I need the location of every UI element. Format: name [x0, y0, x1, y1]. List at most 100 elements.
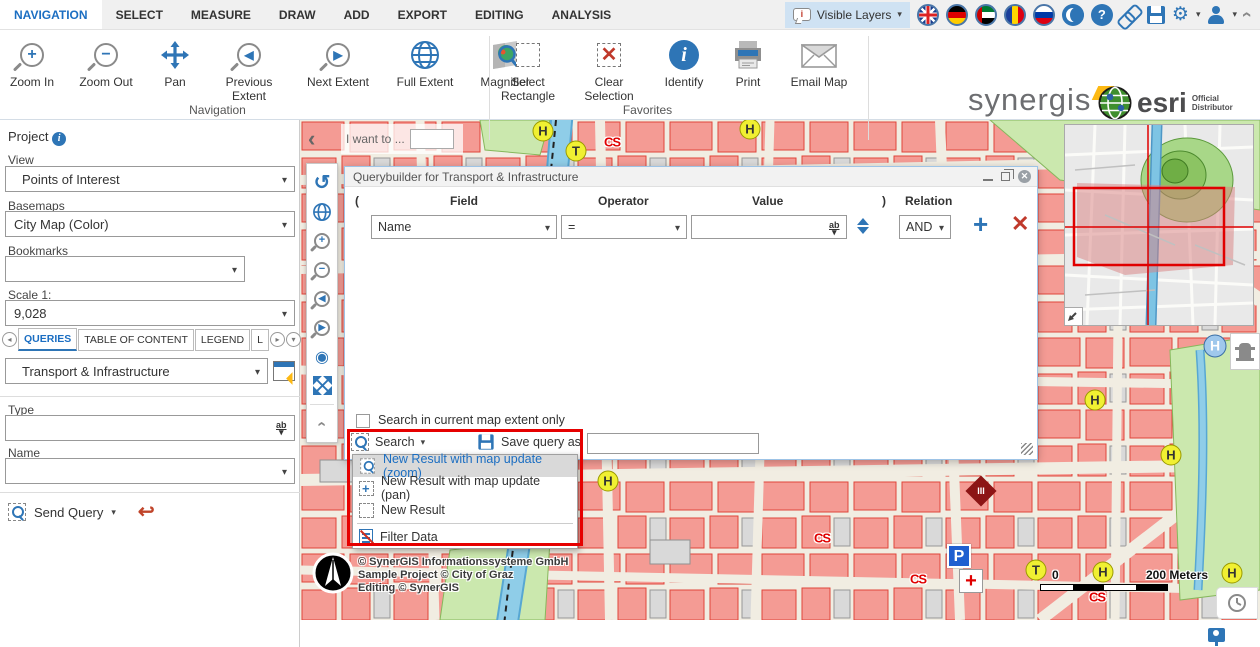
tab-truncated[interactable]: L [251, 329, 269, 351]
toolbar-separator [489, 36, 490, 140]
flag-romania-icon[interactable] [1004, 4, 1026, 26]
view-select[interactable]: Points of Interest▾ [5, 166, 295, 192]
chevron-down-icon: ▾ [545, 223, 550, 234]
menu-tab-export[interactable]: EXPORT [384, 0, 461, 29]
reorder-arrows-icon[interactable] [857, 218, 869, 234]
zoom-out-button[interactable]: − Zoom Out [74, 37, 138, 89]
previous-extent-icon[interactable]: ◀ [307, 284, 337, 313]
crescent-icon[interactable] [1062, 4, 1084, 26]
overview-map[interactable] [1064, 124, 1254, 326]
tab-table-of-content[interactable]: TABLE OF CONTENT [78, 329, 194, 351]
menu-tab-measure[interactable]: MEASURE [177, 0, 265, 29]
search-button[interactable]: Search ▾ [351, 433, 425, 451]
restore-window-icon[interactable] [1001, 172, 1010, 181]
send-query-button[interactable]: Send Query [34, 505, 103, 520]
flag-uae-icon[interactable] [975, 4, 997, 26]
select-rectangle-button[interactable]: Select Rectangle [496, 37, 560, 103]
next-extent-icon[interactable]: ▶ [307, 313, 337, 342]
user-icon[interactable] [1207, 6, 1225, 24]
link-icon[interactable] [1116, 0, 1144, 28]
field-select[interactable]: Name▾ [371, 215, 557, 239]
info-bubble-icon: i [793, 8, 811, 21]
collapse-ribbon-icon[interactable]: ‹ [1237, 12, 1258, 18]
scale-start-label: 0 [1052, 568, 1059, 582]
refresh-icon[interactable]: ↺ [307, 168, 337, 197]
menu-tab-navigation[interactable]: NAVIGATION [0, 0, 102, 29]
pan-button[interactable]: Pan [152, 37, 198, 89]
menu-tab-analysis[interactable]: ANALYSIS [538, 0, 626, 29]
identify-icon: i [669, 40, 699, 70]
delete-row-button[interactable]: ✕ [1011, 213, 1029, 235]
expand-arrows-icon[interactable] [307, 371, 337, 400]
scale-select[interactable]: 9,028▾ [5, 300, 295, 326]
flag-russia-icon[interactable] [1033, 4, 1055, 26]
visible-layers-button[interactable]: i Visible Layers ▾ [785, 2, 910, 28]
menu-tab-draw[interactable]: DRAW [265, 0, 330, 29]
send-query-icon [8, 503, 26, 521]
dialog-title-bar[interactable]: Querybuilder for Transport & Infrastruct… [345, 167, 1037, 187]
chevron-down-icon[interactable]: ▾ [111, 507, 116, 518]
tabs-list-icon[interactable]: ▾ [286, 332, 301, 347]
type-input[interactable] [5, 415, 295, 441]
project-info-icon[interactable]: i [52, 132, 66, 146]
bookmarks-select[interactable]: ▾ [5, 256, 245, 282]
basemaps-select[interactable]: City Map (Color)▾ [5, 211, 295, 237]
email-map-button[interactable]: Email Map [786, 37, 852, 89]
tabs-scroll-right-icon[interactable]: ▸ [270, 332, 285, 347]
menu-tab-add[interactable]: ADD [330, 0, 384, 29]
menu-item-new-result-pan[interactable]: New Result with map update (pan) [353, 477, 577, 499]
toolbar-separator [868, 36, 869, 140]
close-icon[interactable]: ✕ [1018, 170, 1031, 183]
autocomplete-ab-icon: ab▾ [829, 222, 840, 236]
menu-item-new-result[interactable]: New Result [353, 499, 577, 521]
next-extent-button[interactable]: ▶ Next Extent [300, 37, 376, 89]
relation-select[interactable]: AND▾ [899, 215, 951, 239]
tab-legend[interactable]: LEGEND [195, 329, 250, 351]
project-header: Project i [8, 129, 66, 146]
add-row-button[interactable]: + [973, 213, 988, 235]
zoom-in-button[interactable]: + Zoom In [4, 37, 60, 89]
settings-gear-icon[interactable]: ⚙ [1172, 5, 1189, 24]
full-extent-button[interactable]: Full Extent [390, 37, 460, 89]
help-icon[interactable]: ? [1091, 4, 1113, 26]
collapse-tools-icon[interactable]: ‹ [307, 409, 337, 438]
tab-queries[interactable]: QUERIES [18, 328, 77, 351]
name-select[interactable]: ▾ [5, 458, 295, 484]
zoom-in-icon[interactable]: + [307, 226, 337, 255]
save-icon [478, 434, 493, 449]
edit-query-form-icon[interactable] [273, 361, 295, 381]
flag-germany-icon[interactable] [946, 4, 968, 26]
clear-selection-button[interactable]: ✕ Clear Selection [576, 37, 642, 103]
dialog-resize-handle[interactable] [1021, 443, 1033, 455]
operator-select[interactable]: =▾ [561, 215, 687, 239]
menu-tab-editing[interactable]: EDITING [461, 0, 538, 29]
full-extent-icon[interactable] [307, 197, 337, 226]
view-label: View [8, 153, 34, 167]
value-input[interactable] [691, 215, 847, 239]
minimize-icon[interactable] [983, 179, 993, 181]
flag-uk-icon[interactable] [917, 4, 939, 26]
previous-extent-button[interactable]: ◀ Previous Extent [212, 37, 286, 103]
tabs-scroll-left-icon[interactable]: ◂ [2, 332, 17, 347]
save-query-as-button[interactable]: Save query as [477, 433, 581, 451]
save-query-name-input[interactable] [587, 433, 759, 454]
overview-resize-handle[interactable] [1065, 307, 1083, 325]
esri-globe-icon [1098, 86, 1132, 120]
menu-tabs: NAVIGATION SELECT MEASURE DRAW ADD EXPOR… [0, 0, 625, 29]
collapse-panel-icon[interactable]: ‹ [308, 126, 315, 152]
identify-button[interactable]: i Identify [658, 37, 710, 89]
right-panel-handle[interactable] [1230, 333, 1260, 370]
presentation-icon[interactable] [1208, 628, 1225, 642]
print-button[interactable]: Print [726, 37, 770, 89]
menu-tab-select[interactable]: SELECT [102, 0, 177, 29]
save-icon[interactable] [1147, 6, 1165, 24]
extent-checkbox[interactable] [356, 414, 370, 428]
i-want-to-input[interactable] [410, 129, 454, 149]
center-map-icon[interactable]: ◉ [307, 342, 337, 371]
query-layer-select[interactable]: Transport & Infrastructure▾ [5, 358, 268, 384]
time-slider-widget[interactable] [1216, 587, 1258, 619]
chevron-down-icon: ▾ [939, 223, 944, 234]
menu-item-filter-data[interactable]: Filter Data [353, 526, 577, 548]
zoom-out-icon[interactable]: − [307, 255, 337, 284]
undo-icon[interactable]: ↩ [138, 503, 155, 521]
